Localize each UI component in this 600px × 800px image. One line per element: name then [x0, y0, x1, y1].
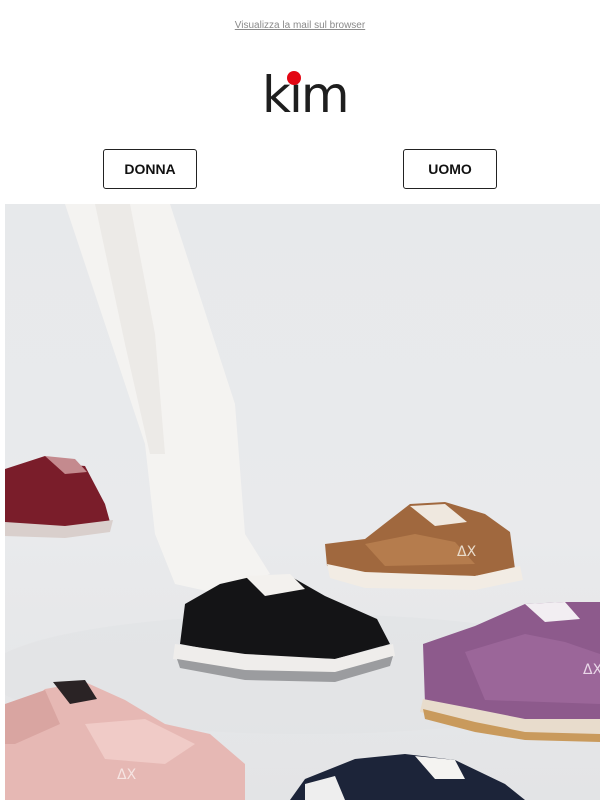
preheader: Visualizza la mail sul browser — [0, 0, 600, 52]
sneakers-illustration: ΔX ΔX ΔX — [5, 204, 600, 800]
logo-wordmark: kim — [262, 66, 350, 124]
purple-sneaker-logo: ΔX — [583, 662, 600, 678]
sneaker-navy — [290, 754, 525, 800]
hero-image[interactable]: ΔX ΔX ΔX — [5, 204, 600, 800]
brown-sneaker-logo: ΔX — [457, 544, 477, 560]
brand-logo[interactable]: kim — [262, 70, 350, 122]
sneaker-brown: ΔX — [325, 502, 523, 590]
logo-dot — [287, 71, 301, 85]
sneaker-maroon — [5, 456, 113, 538]
men-button[interactable]: UOMO — [403, 149, 497, 189]
pant-leg — [65, 204, 270, 594]
view-in-browser-link[interactable]: Visualizza la mail sul browser — [0, 20, 600, 31]
women-button[interactable]: DONNA — [103, 149, 197, 189]
pink-sneaker-logo: ΔX — [117, 767, 137, 783]
